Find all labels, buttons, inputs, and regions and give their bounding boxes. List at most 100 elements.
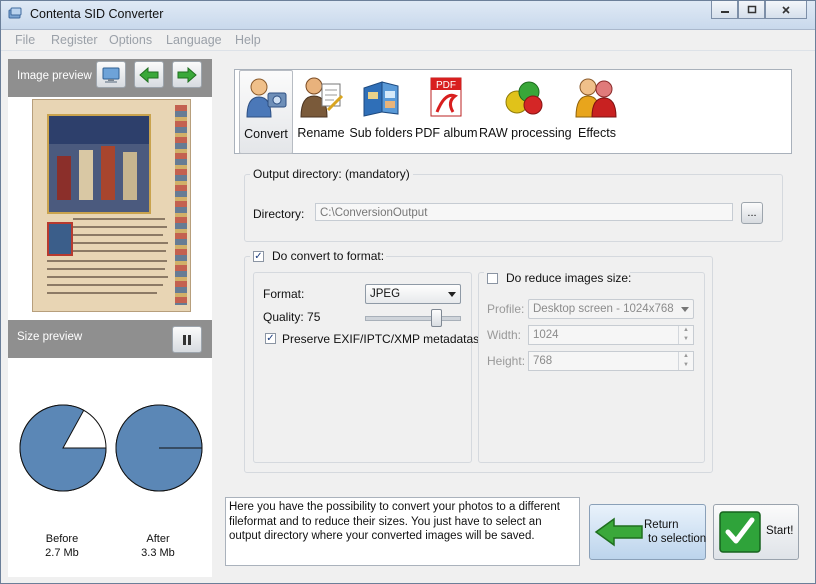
sub-folders-icon	[363, 81, 399, 117]
quality-slider-track	[365, 316, 461, 321]
left-panel: Image preview Size preview Before 2.7 Mb…	[8, 59, 212, 577]
arrow-right-icon	[177, 66, 197, 83]
return-to-selection-button[interactable]: Return to selection	[589, 504, 706, 560]
reduce-legend: Do reduce images size:	[484, 271, 632, 285]
monitor-button[interactable]	[96, 61, 126, 88]
height-value: 768	[533, 355, 553, 367]
size-preview-label: Size preview	[17, 331, 83, 343]
tool-convert[interactable]: Convert	[239, 70, 293, 154]
arrow-left-icon	[594, 517, 643, 547]
width-value: 1024	[533, 329, 559, 341]
before-size: 2.7 Mb	[45, 547, 79, 559]
tool-rename-label: Rename	[297, 126, 345, 140]
rename-icon	[300, 77, 344, 118]
output-directory-group: Output directory: (mandatory) Directory:…	[244, 167, 783, 242]
width-spinbox[interactable]: 1024 ▲ ▼	[528, 325, 694, 345]
convert-group: ✓ Do convert to format: Format: JPEG Qua…	[244, 249, 713, 473]
convert-legend: ✓ Do convert to format:	[250, 249, 386, 263]
preserve-metadata-checkbox[interactable]: ✓	[265, 333, 276, 344]
tool-pdf-album-label: PDF album	[415, 126, 478, 140]
convert-checkbox[interactable]: ✓	[253, 251, 264, 262]
before-size-pie	[19, 404, 107, 492]
size-preview-header: Size preview	[8, 320, 212, 358]
menu-help[interactable]: Help	[235, 33, 261, 47]
preserve-metadata-label: Preserve EXIF/IPTC/XMP metadatas	[282, 332, 480, 346]
maximize-icon[interactable]	[738, 1, 765, 19]
arrow-left-icon	[139, 66, 159, 83]
chevron-down-icon	[448, 292, 456, 297]
format-subgroup: Format: JPEG Quality: 75 ✓ Preserve EXIF…	[253, 272, 479, 463]
preview-image	[32, 99, 191, 312]
tool-effects-label: Effects	[578, 126, 616, 140]
start-label: Start!	[766, 525, 794, 537]
after-caption: After 3.3 Mb	[123, 532, 193, 560]
image-preview-header: Image preview	[8, 59, 212, 97]
spin-arrows-icon[interactable]: ▲ ▼	[678, 352, 693, 370]
start-button[interactable]: Start!	[713, 504, 799, 560]
reduce-size-checkbox-label: Do reduce images size:	[506, 271, 632, 285]
monitor-icon	[102, 67, 120, 83]
hint-textbox: Here you have the possibility to convert…	[225, 497, 580, 566]
previous-image-button[interactable]	[134, 61, 164, 88]
return-label-line1: Return	[644, 519, 679, 531]
before-caption: Before 2.7 Mb	[27, 532, 97, 560]
window-title: Contenta SID Converter	[30, 7, 164, 21]
convert-icon	[246, 78, 287, 118]
menu-bar: File Register Options Language Help	[1, 30, 815, 51]
tool-sub-folders-label: Sub folders	[349, 126, 413, 140]
convert-checkbox-label: Do convert to format:	[272, 249, 385, 263]
image-preview-area	[8, 97, 212, 312]
app-icon	[8, 7, 22, 19]
raw-processing-icon	[505, 81, 543, 115]
pause-icon	[183, 334, 191, 345]
pause-button[interactable]	[172, 326, 202, 353]
directory-input[interactable]: C:\ConversionOutput	[315, 203, 733, 221]
profile-label: Profile:	[487, 302, 525, 316]
checkmark-icon	[719, 511, 761, 553]
directory-label: Directory:	[253, 207, 305, 221]
tool-sub-folders[interactable]: Sub folders	[349, 70, 413, 152]
after-size-pie	[115, 404, 203, 492]
spin-arrows-icon[interactable]: ▲ ▼	[678, 326, 693, 344]
tool-effects[interactable]: Effects	[571, 70, 623, 152]
menu-language[interactable]: Language	[166, 33, 222, 47]
next-image-button[interactable]	[172, 61, 202, 88]
tool-raw-processing-label: RAW processing	[479, 126, 572, 140]
height-spinbox[interactable]: 768 ▲ ▼	[528, 351, 694, 371]
chevron-down-icon	[681, 307, 689, 312]
format-select[interactable]: JPEG	[365, 284, 461, 304]
width-label: Width:	[487, 328, 522, 342]
minimize-icon[interactable]	[711, 1, 738, 19]
image-preview-label: Image preview	[17, 70, 92, 82]
after-label: After	[146, 533, 170, 545]
profile-select[interactable]: Desktop screen - 1024x768	[528, 299, 694, 319]
profile-value: Desktop screen - 1024x768	[533, 303, 674, 315]
app-window: Contenta SID Converter File Register Opt…	[0, 0, 816, 584]
tool-pdf-album[interactable]: PDF PDF album	[415, 70, 478, 152]
reduce-size-subgroup: Do reduce images size: Profile: Desktop …	[478, 271, 705, 463]
title-bar: Contenta SID Converter	[1, 1, 815, 30]
effects-icon	[575, 78, 617, 118]
tool-convert-label: Convert	[244, 127, 288, 141]
function-toolbar: Convert Rename Sub folders PDF PDF album…	[234, 69, 792, 154]
close-icon[interactable]	[765, 1, 807, 19]
after-size: 3.3 Mb	[141, 547, 175, 559]
quality-slider-thumb[interactable]	[430, 309, 442, 327]
size-preview-area: Before 2.7 Mb After 3.3 Mb	[8, 358, 212, 577]
format-label: Format:	[263, 287, 305, 301]
before-label: Before	[45, 533, 79, 545]
format-value: JPEG	[370, 288, 401, 300]
height-label: Height:	[487, 354, 526, 368]
reduce-size-checkbox[interactable]	[487, 273, 498, 284]
tool-rename[interactable]: Rename	[294, 70, 348, 152]
menu-file[interactable]: File	[15, 33, 35, 47]
return-label-line2: to selection	[648, 533, 707, 545]
menu-register[interactable]: Register	[51, 33, 98, 47]
tool-raw-processing[interactable]: RAW processing	[479, 70, 572, 152]
browse-button[interactable]: ...	[741, 202, 763, 224]
menu-options[interactable]: Options	[109, 33, 152, 47]
quality-label: Quality: 75	[263, 310, 321, 324]
output-directory-legend: Output directory: (mandatory)	[250, 167, 413, 181]
pdf-album-icon: PDF	[430, 77, 462, 117]
pdf-badge-text: PDF	[436, 80, 456, 91]
